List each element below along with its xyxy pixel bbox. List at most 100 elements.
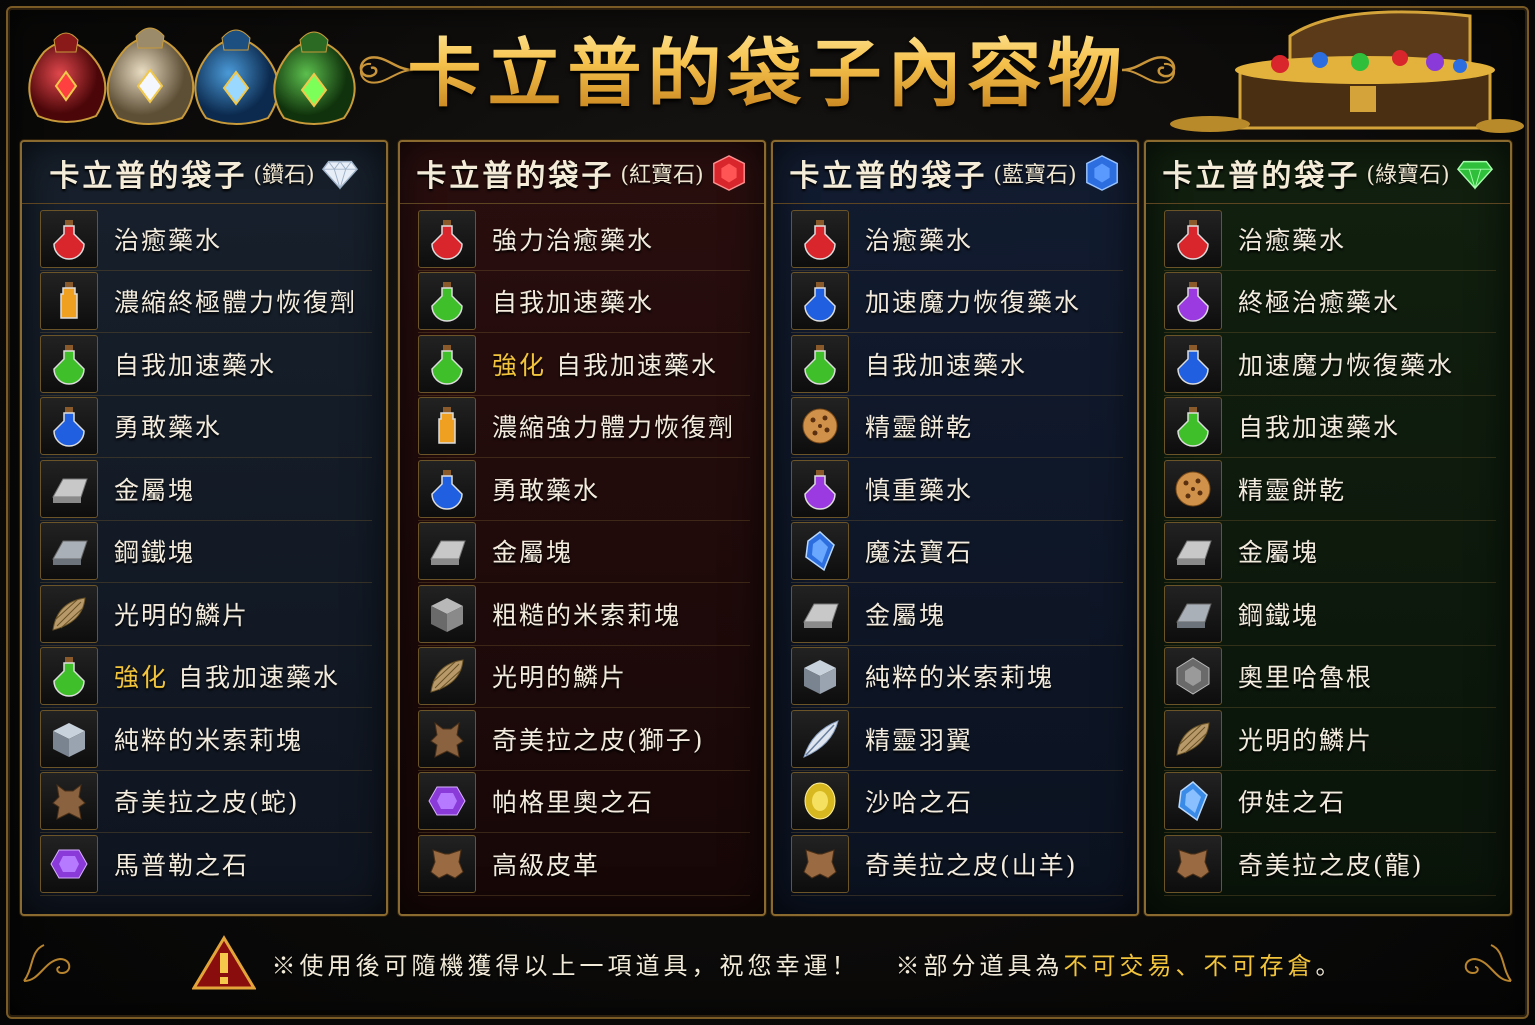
green-potion-icon	[418, 334, 476, 393]
item-label: 金屬塊	[492, 538, 574, 568]
item-label: 高級皮革	[492, 850, 601, 880]
column-header: 卡立普的袋子 (綠寶石)	[1146, 142, 1510, 204]
list-item: 純粹的米索莉塊	[791, 646, 1123, 708]
item-list: 治癒藥水 濃縮終極體力恢復劑 自我加速藥水 勇敢藥水 金屬塊 鋼鐵塊 光明的鱗片…	[40, 208, 372, 896]
item-label: 光明的鱗片	[114, 600, 250, 630]
footer-note-trade-prefix: ※部分道具為	[895, 951, 1064, 980]
list-item: 奇美拉之皮(蛇)	[40, 771, 372, 833]
leather-icon	[791, 834, 849, 893]
item-label: 加速魔力恢復藥水	[865, 288, 1082, 318]
item-label: 伊娃之石	[1238, 788, 1347, 818]
item-label: 純粹的米索莉塊	[114, 725, 304, 755]
warning-icon	[191, 935, 256, 990]
item-label: 治癒藥水	[1238, 225, 1347, 255]
item-label: 加速魔力恢復藥水	[1238, 350, 1455, 380]
list-item: 沙哈之石	[791, 771, 1123, 833]
column-title: 卡立普的袋子	[789, 158, 988, 194]
item-label: 自我加速藥水	[114, 350, 277, 380]
item-label: 光明的鱗片	[492, 663, 628, 693]
column-header: 卡立普的袋子 (鑽石)	[22, 142, 386, 204]
list-item: 自我加速藥水	[418, 271, 750, 333]
list-item: 粗糙的米索莉塊	[418, 583, 750, 646]
ruby-icon	[712, 154, 745, 191]
list-item: 濃縮終極體力恢復劑	[40, 271, 372, 333]
hide-icon	[40, 772, 98, 831]
item-label: 慎重藥水	[865, 475, 974, 505]
list-item: 濃縮強力體力恢復劑	[418, 396, 750, 458]
enhanced-tag: 強化	[114, 663, 169, 693]
footer-note-trade-suffix: 。	[1315, 951, 1344, 980]
item-label: 精靈羽翼	[865, 725, 974, 755]
item-label: 勇敢藥水	[492, 475, 601, 505]
item-list: 治癒藥水 加速魔力恢復藥水 自我加速藥水 精靈餅乾 慎重藥水 魔法寶石 金屬塊 …	[791, 208, 1123, 896]
list-item: 光明的鱗片	[40, 583, 372, 646]
item-list: 治癒藥水 終極治癒藥水 加速魔力恢復藥水 自我加速藥水 精靈餅乾 金屬塊 鋼鐵塊…	[1164, 208, 1496, 896]
footer-notice: ※使用後可隨機獲得以上一項道具，祝您幸運！ ※部分道具為 不可交易、不可存倉 。	[20, 925, 1515, 1001]
blue-potion-icon	[791, 272, 849, 331]
list-item: 金屬塊	[40, 458, 372, 521]
list-item: 精靈餅乾	[1164, 458, 1496, 521]
list-item: 精靈餅乾	[791, 396, 1123, 458]
bag-column-emerald: 卡立普的袋子 (綠寶石) 治癒藥水 終極治癒藥水 加速魔力恢復藥水 自我加速藥水…	[1144, 140, 1512, 916]
item-label: 奇美拉之皮(蛇)	[114, 788, 300, 818]
item-label: 自我加速藥水	[492, 288, 655, 318]
item-label: 馬普勒之石	[114, 850, 250, 880]
leather-icon	[418, 834, 476, 893]
list-item: 伊娃之石	[1164, 771, 1496, 833]
item-label: 濃縮終極體力恢復劑	[114, 288, 358, 318]
emerald-icon	[1456, 160, 1493, 190]
purple-potion-icon	[1164, 272, 1222, 331]
item-label: 治癒藥水	[114, 225, 223, 255]
metal-ingot-icon	[418, 522, 476, 581]
list-item: 鋼鐵塊	[1164, 583, 1496, 646]
column-subtitle: (紅寶石)	[620, 162, 704, 188]
blue-potion-icon	[418, 459, 476, 518]
header: 卡立普的袋子內容物	[0, 0, 1535, 138]
list-item: 強力治癒藥水	[418, 208, 750, 271]
list-item: 高級皮革	[418, 833, 750, 896]
red-potion-icon	[791, 209, 849, 268]
item-label: 魔法寶石	[865, 538, 974, 568]
list-item: 自我加速藥水	[1164, 396, 1496, 458]
list-item: 精靈羽翼	[791, 708, 1123, 771]
list-item: 金屬塊	[1164, 521, 1496, 583]
item-list: 強力治癒藥水 自我加速藥水 強化 自我加速藥水 濃縮強力體力恢復劑 勇敢藥水 金屬…	[418, 208, 750, 896]
steel-ingot-icon	[40, 522, 98, 581]
item-label: 沙哈之石	[865, 788, 974, 818]
mithril-block-icon	[40, 709, 98, 768]
item-label: 鋼鐵塊	[114, 538, 196, 568]
item-label: 奇美拉之皮(龍)	[1238, 850, 1424, 880]
item-label: 金屬塊	[865, 600, 947, 630]
item-label: 純粹的米索莉塊	[865, 663, 1055, 693]
green-potion-icon	[418, 272, 476, 331]
green-potion-icon	[1164, 397, 1222, 456]
yellow-stone-icon	[791, 772, 849, 831]
item-label: 鋼鐵塊	[1238, 600, 1320, 630]
item-label: 奇美拉之皮(獅子)	[492, 725, 705, 755]
column-subtitle: (綠寶石)	[1366, 162, 1450, 188]
list-item: 勇敢藥水	[418, 458, 750, 521]
blue-gem-icon	[1164, 772, 1222, 831]
column-title: 卡立普的袋子	[49, 158, 248, 194]
cookie-icon	[1164, 459, 1222, 518]
list-item: 自我加速藥水	[40, 333, 372, 396]
treasure-chest-icon	[1170, 10, 1524, 133]
blue-potion-icon	[40, 397, 98, 456]
mithril-block-icon	[418, 584, 476, 643]
footer-note-random: ※使用後可隨機獲得以上一項道具，祝您幸運！	[271, 951, 860, 980]
item-label: 終極治癒藥水	[1238, 288, 1401, 318]
column-header: 卡立普的袋子 (藍寶石)	[773, 142, 1137, 204]
item-label: 金屬塊	[114, 475, 196, 505]
bag-column-ruby: 卡立普的袋子 (紅寶石) 強力治癒藥水 自我加速藥水 強化 自我加速藥水 濃縮強力…	[398, 140, 766, 916]
list-item: 光明的鱗片	[1164, 708, 1496, 771]
blue-potion-icon	[1164, 334, 1222, 393]
scale-icon	[418, 647, 476, 706]
item-label: 精靈餅乾	[1238, 475, 1347, 505]
metal-ingot-icon	[40, 459, 98, 518]
column-subtitle: (鑽石)	[253, 162, 315, 188]
enhanced-tag: 強化	[492, 350, 547, 380]
item-label: 濃縮強力體力恢復劑	[492, 413, 736, 443]
purple-potion-icon	[791, 459, 849, 518]
list-item: 勇敢藥水	[40, 396, 372, 458]
column-title: 卡立普的袋子	[416, 158, 615, 194]
